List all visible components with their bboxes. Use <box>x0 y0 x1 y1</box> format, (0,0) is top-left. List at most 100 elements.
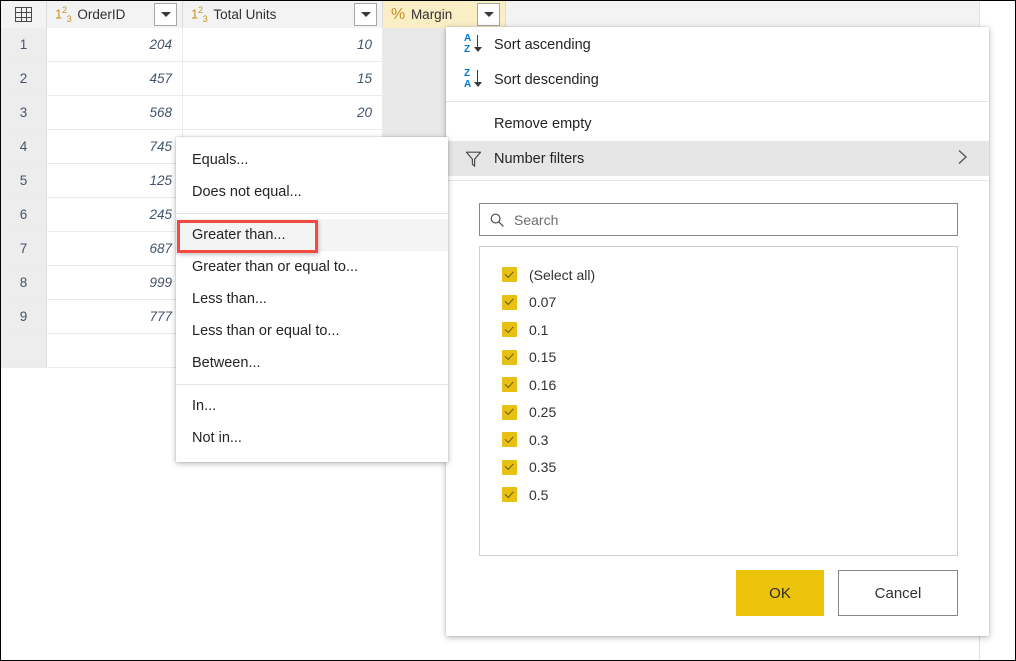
submenu-item-greater-than[interactable]: Greater than... <box>176 219 448 251</box>
column-filter-button-orderid[interactable] <box>154 3 177 26</box>
column-filter-button-margin[interactable] <box>477 3 500 26</box>
row-number: 6 <box>1 198 47 231</box>
filter-value-row[interactable]: 0.07 <box>480 289 957 317</box>
search-placeholder: Search <box>514 212 558 228</box>
chevron-down-icon <box>484 12 494 17</box>
cell-orderid[interactable]: 245 <box>47 198 183 231</box>
checkbox-checked-icon[interactable] <box>502 487 517 502</box>
filter-value-label: 0.15 <box>529 349 556 365</box>
row-number: 5 <box>1 164 47 197</box>
row-number: 9 <box>1 300 47 333</box>
menu-item-remove-empty[interactable]: Remove empty <box>446 106 989 141</box>
filter-dropdown-panel: AZ Sort ascending ZA Sort descending Rem… <box>446 27 989 636</box>
submenu-item-label: Greater than... <box>192 227 286 243</box>
column-header-orderid[interactable]: 123 OrderID <box>47 1 183 28</box>
grid-header-row: 123 OrderID 123 Total Units % Margin <box>1 1 979 29</box>
submenu-item-label: In... <box>192 398 216 414</box>
submenu-item-between[interactable]: Between... <box>176 347 448 379</box>
submenu-item-greater-than-or-equal-to[interactable]: Greater than or equal to... <box>176 251 448 283</box>
filter-value-row[interactable]: (Select all) <box>480 261 957 289</box>
submenu-item-label: Between... <box>192 355 261 371</box>
cell-orderid[interactable]: 777 <box>47 300 183 333</box>
cell-orderid[interactable]: 457 <box>47 62 183 95</box>
cell-orderid[interactable]: 745 <box>47 130 183 163</box>
filter-value-label: 0.5 <box>529 487 548 503</box>
menu-item-label: Number filters <box>494 151 989 167</box>
filter-value-row[interactable]: 0.3 <box>480 426 957 454</box>
filter-value-label: 0.25 <box>529 404 556 420</box>
menu-item-number-filters[interactable]: Number filters <box>446 141 989 176</box>
filter-value-label: 0.1 <box>529 322 548 338</box>
column-filter-button-total-units[interactable] <box>354 3 377 26</box>
filter-value-row[interactable]: 0.25 <box>480 399 957 427</box>
menu-item-label: Sort descending <box>494 72 989 88</box>
search-input[interactable]: Search <box>479 203 958 236</box>
row-number: 2 <box>1 62 47 95</box>
percentage-icon: % <box>391 7 405 23</box>
cell-total-units[interactable]: 15 <box>183 62 383 95</box>
row-number: 8 <box>1 266 47 299</box>
filter-value-label: 0.07 <box>529 294 556 310</box>
table-icon <box>15 7 32 22</box>
cell-orderid[interactable]: 999 <box>47 266 183 299</box>
column-header-label: OrderID <box>77 7 154 22</box>
filter-value-label: 0.3 <box>529 432 548 448</box>
cell-total-units[interactable]: 20 <box>183 96 383 129</box>
submenu-item-not-in[interactable]: Not in... <box>176 422 448 454</box>
menu-item-label: Sort ascending <box>494 37 989 53</box>
submenu-item-in[interactable]: In... <box>176 390 448 422</box>
cell-orderid[interactable]: 204 <box>47 28 183 61</box>
submenu-divider <box>176 384 448 385</box>
filter-value-row[interactable]: 0.16 <box>480 371 957 399</box>
row-number <box>1 334 47 367</box>
submenu-divider <box>176 213 448 214</box>
power-query-filter-screen: 123 OrderID 123 Total Units % Margin <box>0 0 1016 661</box>
submenu-item-less-than-or-equal-to[interactable]: Less than or equal to... <box>176 315 448 347</box>
cancel-button[interactable]: Cancel <box>838 570 958 616</box>
ok-button[interactable]: OK <box>736 570 824 616</box>
checkbox-checked-icon[interactable] <box>502 377 517 392</box>
checkbox-checked-icon[interactable] <box>502 350 517 365</box>
checkbox-checked-icon[interactable] <box>502 460 517 475</box>
filter-value-label: (Select all) <box>529 267 595 283</box>
checkbox-checked-icon[interactable] <box>502 295 517 310</box>
sort-ascending-icon: AZ <box>464 33 494 57</box>
filter-value-row[interactable]: 0.1 <box>480 316 957 344</box>
cell-total-units[interactable]: 10 <box>183 28 383 61</box>
row-number: 7 <box>1 232 47 265</box>
checkbox-checked-icon[interactable] <box>502 267 517 282</box>
submenu-item-less-than[interactable]: Less than... <box>176 283 448 315</box>
search-icon <box>480 212 514 228</box>
whole-number-icon: 123 <box>191 6 207 24</box>
checkbox-checked-icon[interactable] <box>502 405 517 420</box>
filter-value-row[interactable]: 0.5 <box>480 481 957 509</box>
column-header-label: Total Units <box>213 7 354 22</box>
column-header-label: Margin <box>411 7 477 22</box>
sort-descending-icon: ZA <box>464 68 494 92</box>
cell-orderid[interactable]: 568 <box>47 96 183 129</box>
column-header-total-units[interactable]: 123 Total Units <box>183 1 383 28</box>
grid-corner-cell[interactable] <box>1 1 47 28</box>
submenu-item-does-not-equal[interactable]: Does not equal... <box>176 176 448 208</box>
cell-orderid <box>47 334 183 367</box>
menu-item-sort-descending[interactable]: ZA Sort descending <box>446 62 989 97</box>
checkbox-checked-icon[interactable] <box>502 322 517 337</box>
submenu-item-equals[interactable]: Equals... <box>176 144 448 176</box>
filter-value-row[interactable]: 0.15 <box>480 344 957 372</box>
chevron-down-icon <box>161 12 171 17</box>
menu-item-sort-ascending[interactable]: AZ Sort ascending <box>446 27 989 62</box>
menu-item-label: Remove empty <box>494 116 989 132</box>
submenu-item-label: Equals... <box>192 152 248 168</box>
row-number: 3 <box>1 96 47 129</box>
column-header-margin[interactable]: % Margin <box>383 1 506 28</box>
cell-orderid[interactable]: 125 <box>47 164 183 197</box>
checkbox-checked-icon[interactable] <box>502 432 517 447</box>
filter-value-row[interactable]: 0.35 <box>480 454 957 482</box>
filter-value-label: 0.16 <box>529 377 556 393</box>
filter-value-list[interactable]: (Select all) 0.07 0.1 0.15 0.16 0.25 0.3 0.35 0.… <box>479 246 958 556</box>
cell-orderid[interactable]: 687 <box>47 232 183 265</box>
whole-number-icon: 123 <box>55 6 71 24</box>
submenu-item-label: Less than... <box>192 291 267 307</box>
row-number: 4 <box>1 130 47 163</box>
submenu-item-label: Less than or equal to... <box>192 323 340 339</box>
